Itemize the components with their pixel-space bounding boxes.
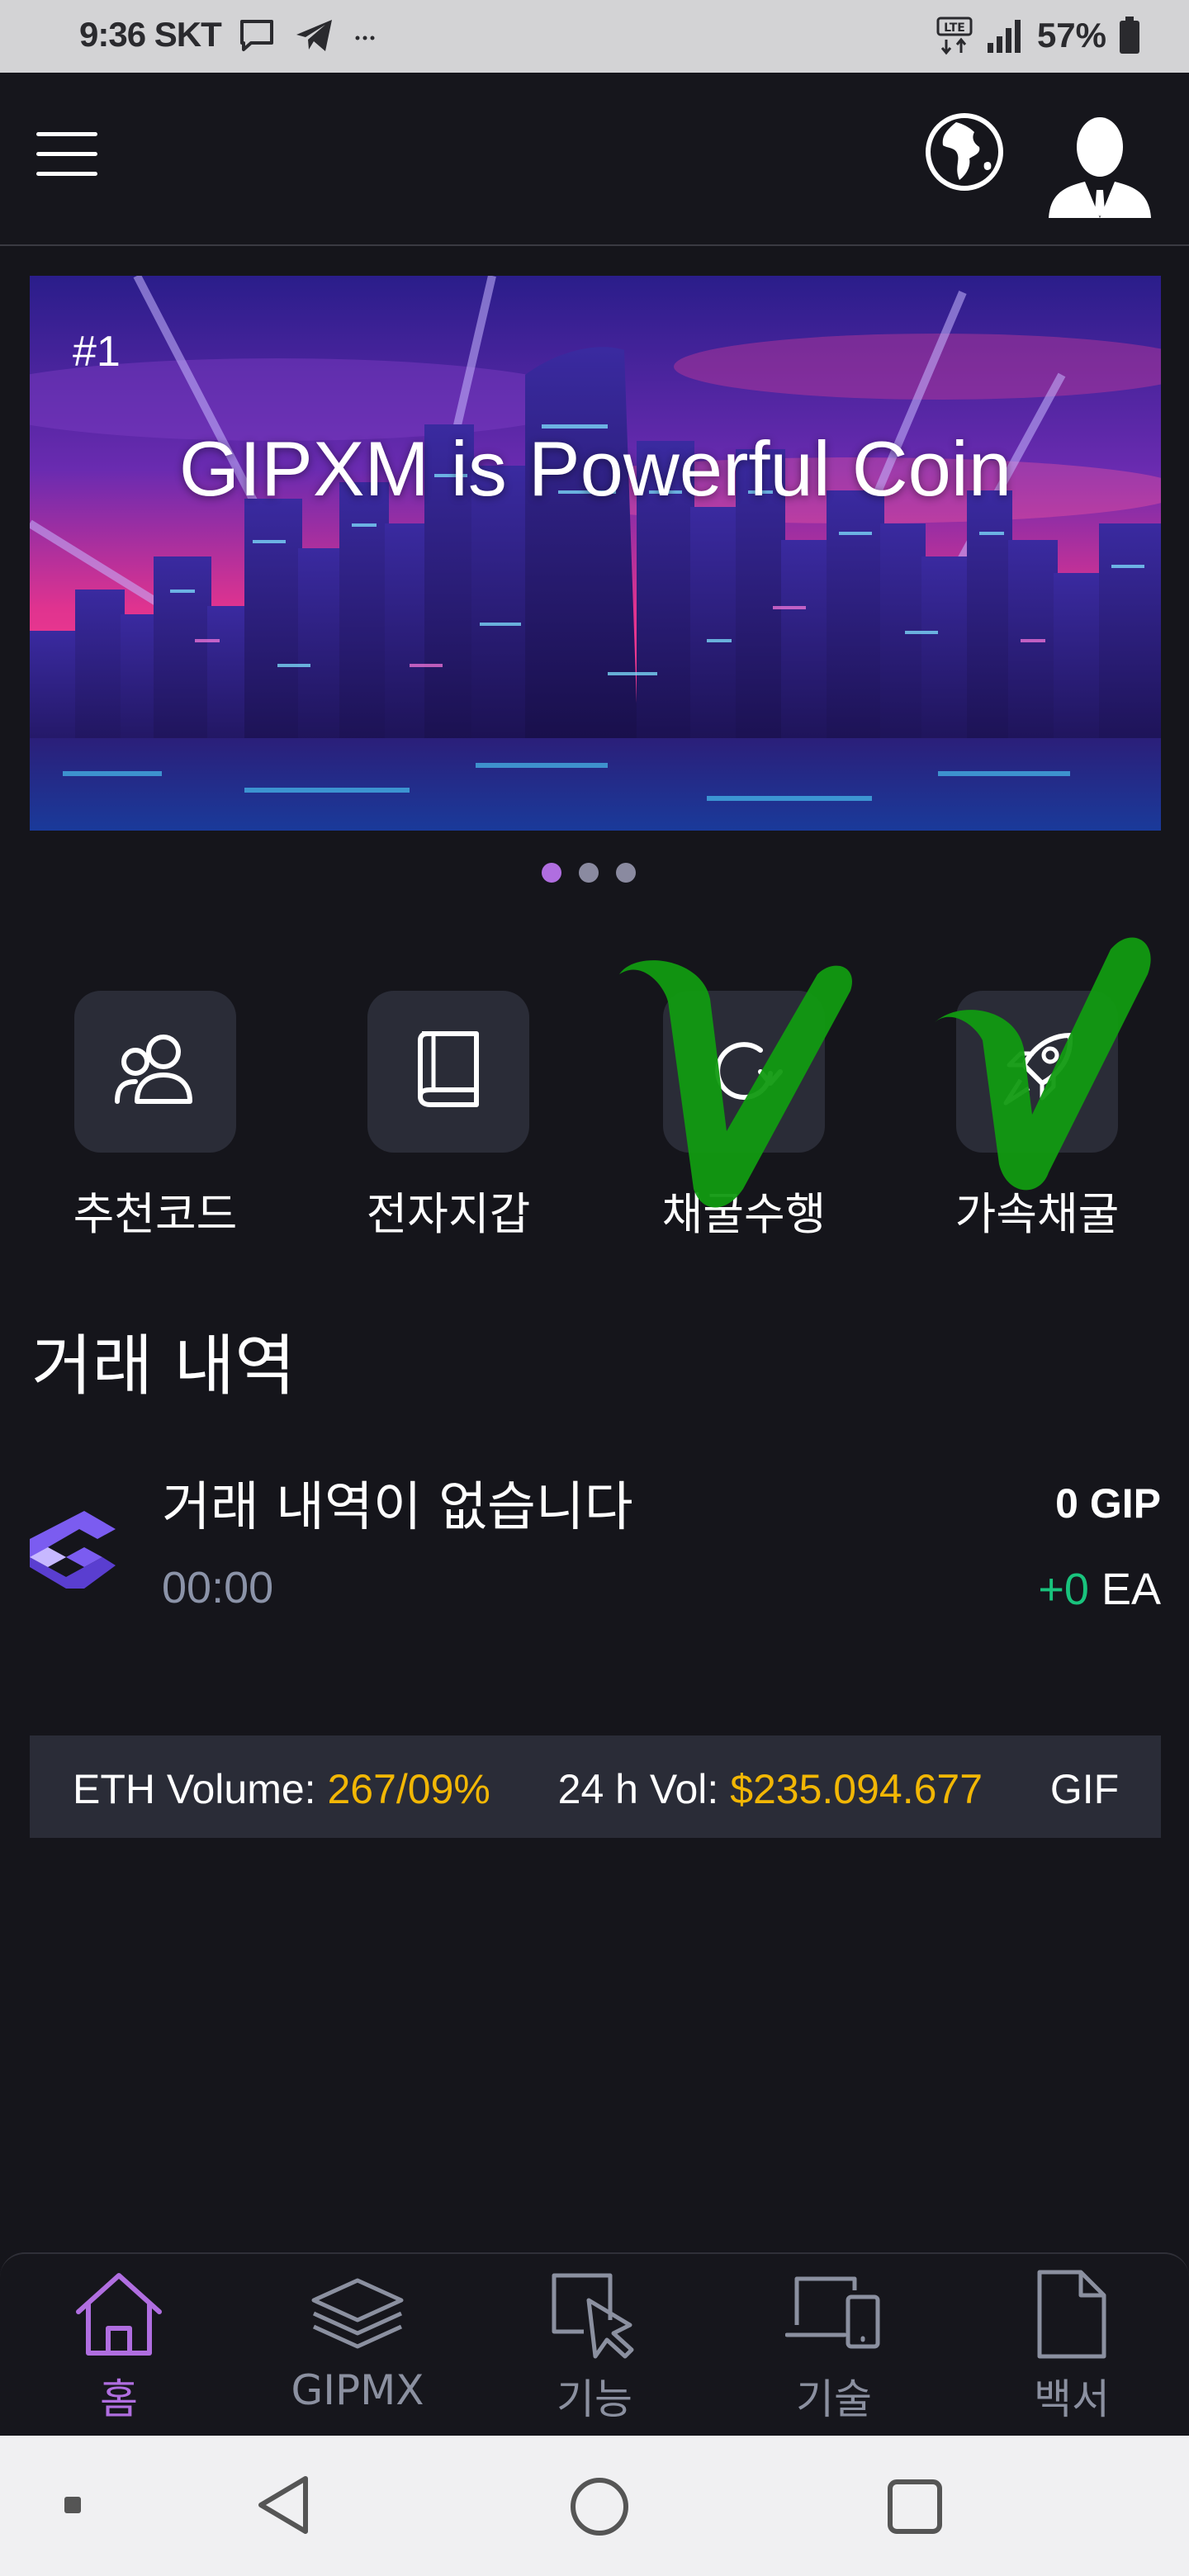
- notification-icons: [238, 17, 378, 54]
- chat-icon: [240, 20, 273, 51]
- devices-icon: [785, 2276, 880, 2349]
- eth-volume-label: ETH Volume:: [73, 1766, 316, 1812]
- market-ticker: ETH Volume: 267/09% 24 h Vol: $235.094.6…: [30, 1735, 1161, 1838]
- action-wallet[interactable]: 전자지갑: [333, 991, 564, 1243]
- users-icon: [115, 1035, 192, 1104]
- nav-label: 기능: [557, 2375, 632, 2423]
- action-label: 추천코드: [73, 1188, 238, 1240]
- nav-home[interactable]: 홈: [20, 2267, 218, 2426]
- more-icon: [355, 36, 375, 40]
- eth-volume-value: 267/09%: [327, 1766, 490, 1812]
- transaction-delta: +0 EA: [1038, 1564, 1161, 1615]
- app-header: [0, 73, 1189, 246]
- cursor-icon: [552, 2273, 634, 2359]
- lte-icon: LTE: [936, 17, 973, 55]
- document-icon: [1037, 2270, 1106, 2359]
- nav-technology[interactable]: 기술: [735, 2267, 933, 2426]
- carousel-indicator: [542, 863, 636, 883]
- green-checkmark-annotation: [933, 937, 1151, 1191]
- nav-label: 백서: [1034, 2375, 1110, 2423]
- volume-24h-label: 24 h Vol:: [557, 1766, 719, 1812]
- carousel-dot-1[interactable]: [542, 863, 561, 883]
- history-title: 거래 내역: [31, 1328, 296, 1404]
- user-avatar[interactable]: [1049, 111, 1151, 218]
- signal-icon: [987, 20, 1021, 53]
- nav-features[interactable]: 기능: [495, 2267, 694, 2426]
- home-icon: [76, 2273, 162, 2356]
- carousel-dot-3[interactable]: [616, 863, 636, 883]
- action-tile[interactable]: [367, 991, 529, 1153]
- volume-24h-value: $235.094.677: [730, 1766, 983, 1812]
- nav-gipmx[interactable]: GIPMX: [258, 2267, 457, 2414]
- carousel-dot-2[interactable]: [579, 863, 599, 883]
- nav-label: 기술: [796, 2375, 872, 2423]
- action-label: 전자지갑: [366, 1188, 531, 1240]
- status-bar: 9:36 SKT LTE 57%: [0, 0, 1189, 73]
- menu-icon[interactable]: [36, 132, 97, 177]
- empty-history-message: 거래 내역이 없습니다: [162, 1477, 633, 1538]
- recents-icon[interactable]: [885, 2477, 945, 2536]
- home-circle-icon[interactable]: [568, 2475, 631, 2538]
- system-navigation-bar: [0, 2436, 1189, 2576]
- delta-unit: EA: [1101, 1565, 1161, 1614]
- action-tile[interactable]: [74, 991, 236, 1153]
- nav-label: GIPMX: [291, 2366, 424, 2414]
- bottom-navigation: 홈 GIPMX 기능 기술 백서: [0, 2252, 1189, 2434]
- transaction-amount: 0 GIP: [1055, 1480, 1161, 1527]
- book-icon: [418, 1031, 479, 1107]
- transaction-time: 00:00: [162, 1563, 274, 1612]
- gip-logo-icon: [30, 1511, 116, 1589]
- banner-headline: GIPXM is Powerful Coin: [178, 425, 1012, 512]
- status-time: 9:36 SKT: [79, 15, 222, 54]
- nav-label: 홈: [100, 2375, 138, 2423]
- layers-icon: [311, 2278, 404, 2349]
- green-checkmark-annotation: [619, 960, 852, 1208]
- back-icon[interactable]: [253, 2472, 315, 2538]
- telegram-icon: [296, 20, 332, 51]
- svg-text:LTE: LTE: [944, 21, 965, 35]
- delta-value: +0: [1038, 1565, 1089, 1614]
- promo-banner[interactable]: #1 GIPXM is Powerful Coin: [30, 276, 1161, 831]
- battery-icon: [1120, 17, 1139, 54]
- battery-percent: 57%: [1036, 16, 1106, 54]
- system-icons: LTE 57%: [936, 15, 1141, 56]
- slide-number: #1: [73, 328, 121, 376]
- keyboard-dot-icon[interactable]: [61, 2493, 84, 2517]
- transaction-row[interactable]: 거래 내역이 없습니다 00:00 0 GIP +0 EA: [30, 1453, 1161, 1635]
- ticker-next-label: GIF: [1049, 1766, 1120, 1812]
- action-referral-code[interactable]: 추천코드: [40, 991, 271, 1243]
- nav-whitepaper[interactable]: 백서: [973, 2267, 1171, 2426]
- city-illustration: [30, 276, 1161, 831]
- globe-icon[interactable]: [923, 111, 1006, 193]
